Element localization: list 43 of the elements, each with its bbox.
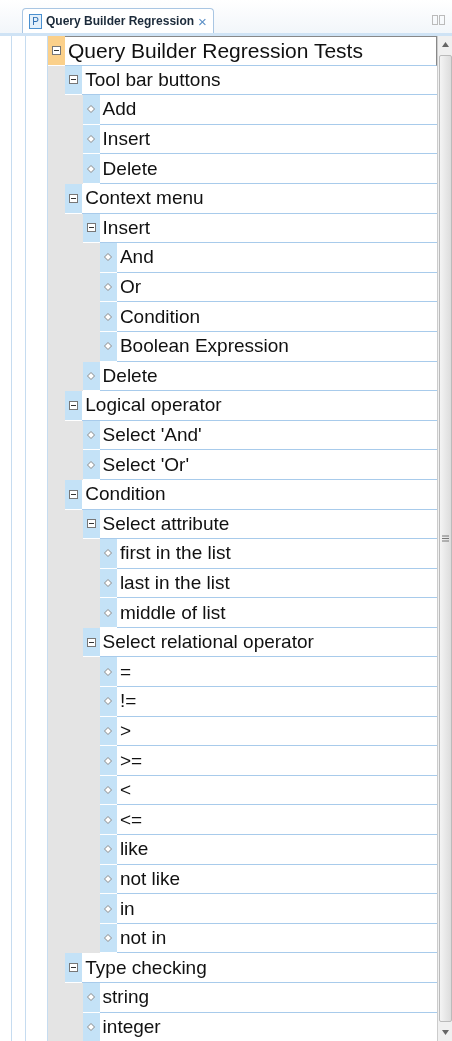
- diamond-icon: [104, 726, 113, 735]
- collapse-icon[interactable]: [69, 75, 79, 85]
- diamond-icon: [104, 342, 113, 351]
- grip-icon: [441, 535, 449, 542]
- diamond-icon: [104, 904, 113, 913]
- diamond-icon: [104, 283, 113, 292]
- diamond-icon: [104, 667, 113, 676]
- diamond-icon: [104, 815, 113, 824]
- collapse-icon[interactable]: [69, 963, 79, 973]
- diamond-icon: [104, 697, 113, 706]
- collapse-icon[interactable]: [69, 193, 79, 203]
- diamond-icon: [87, 431, 96, 439]
- diamond-icon: [87, 1022, 96, 1031]
- scroll-down-icon[interactable]: [441, 1030, 449, 1035]
- scroll-up-icon[interactable]: [441, 42, 449, 47]
- diamond-icon: [87, 371, 96, 380]
- diamond-icon: [104, 756, 113, 765]
- diamond-icon: [104, 874, 113, 883]
- collapse-icon[interactable]: [86, 519, 96, 529]
- diamond-icon: [104, 312, 113, 321]
- tab-title: Query Builder Regression: [46, 14, 195, 28]
- collapse-icon[interactable]: [52, 45, 61, 55]
- indent-spacer: [48, 1012, 83, 1041]
- diamond-icon: [104, 845, 113, 854]
- collapse-icon[interactable]: [86, 223, 96, 233]
- diamond-icon: [104, 934, 113, 943]
- diamond-icon: [87, 164, 96, 173]
- tree-item[interactable]: Query Builder Regression Tests: [65, 36, 437, 66]
- diamond-icon: [87, 105, 96, 114]
- diamond-icon: [87, 460, 96, 469]
- collapse-icon[interactable]: [86, 637, 96, 647]
- diamond-icon: [104, 786, 113, 795]
- diamond-icon: [87, 135, 96, 144]
- collapse-icon[interactable]: [69, 400, 79, 410]
- diamond-icon: [104, 549, 113, 558]
- diamond-icon: [104, 253, 113, 262]
- close-button[interactable]: ×: [198, 13, 207, 29]
- diamond-icon: [104, 608, 113, 617]
- editor-tab[interactable]: P Query Builder Regression ×: [22, 8, 214, 33]
- diamond-icon: [87, 993, 96, 1002]
- collapse-icon[interactable]: [69, 489, 79, 499]
- diamond-icon: [104, 579, 113, 587]
- file-icon: P: [29, 13, 42, 29]
